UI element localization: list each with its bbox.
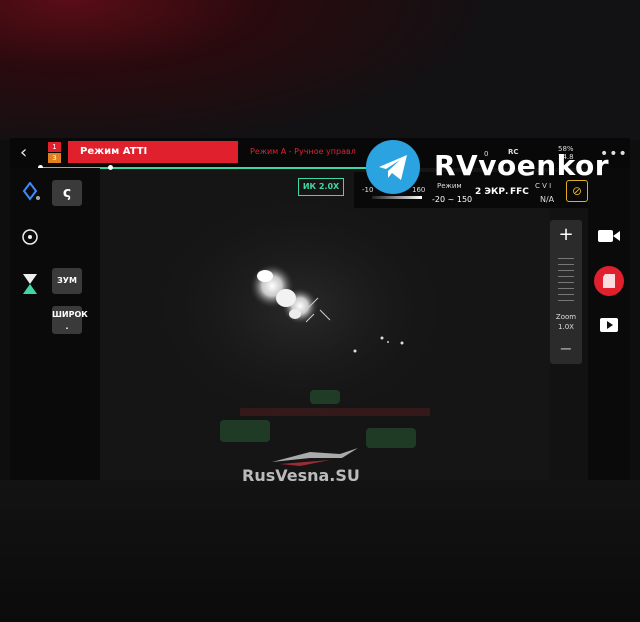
- cvi-label: C V I: [535, 182, 552, 190]
- progress-dot: [108, 165, 113, 170]
- mode-label: Режим: [437, 182, 462, 190]
- temperature-range: -20 ~ 150: [432, 195, 473, 204]
- hourglass-icon[interactable]: [20, 272, 40, 296]
- playback-icon[interactable]: [600, 318, 618, 332]
- zoom-tick: [558, 270, 574, 271]
- temperature-bar: [372, 196, 422, 199]
- zoom-out-button[interactable]: −: [550, 336, 582, 362]
- na-label: N/A: [540, 195, 555, 204]
- stabilize-icon[interactable]: ς: [52, 180, 82, 206]
- wide-mode-button[interactable]: ШИРОК ·: [52, 306, 88, 334]
- background-bottom: [0, 480, 640, 622]
- gimbal-icon[interactable]: [22, 182, 42, 202]
- back-button[interactable]: ‹: [20, 142, 27, 163]
- background-top: [0, 0, 640, 140]
- zoom-tick: [558, 276, 574, 277]
- ir-zoom-badge[interactable]: ИК 2.0X: [298, 178, 344, 196]
- rusvesna-watermark: RusVesna.SU: [242, 466, 360, 485]
- telegram-channel-watermark: RVvoenkor: [434, 149, 610, 182]
- zoom-title: Zoom: [555, 313, 577, 321]
- sd-card-icon: [603, 274, 615, 288]
- zoom-value: 1.0X: [558, 323, 574, 331]
- flight-mode-description: Режим A - Ручное управл: [250, 147, 356, 156]
- rusvesna-logo-icon: [272, 448, 358, 466]
- zoom-tick: [558, 294, 574, 295]
- zoom-tick: [558, 282, 574, 283]
- zoom-tick: [558, 300, 574, 301]
- badge-bottom: 3: [48, 153, 61, 163]
- target-icon[interactable]: [20, 227, 40, 247]
- zoom-mode-button[interactable]: ЗУМ: [52, 268, 82, 294]
- link-icon[interactable]: ⊘: [566, 180, 588, 202]
- zoom-label: Zoom 1.0X: [549, 312, 583, 332]
- badge-top: 1: [48, 142, 61, 152]
- zoom-in-button[interactable]: +: [550, 220, 582, 250]
- zoom-tick: [558, 258, 574, 259]
- screen-mode-button[interactable]: 2 ЭКР.: [475, 187, 508, 197]
- zoom-tick: [558, 288, 574, 289]
- wide-mode-label: ШИРОК: [52, 310, 88, 319]
- ffc-button[interactable]: FFC: [510, 187, 529, 197]
- video-camera-icon[interactable]: [597, 228, 621, 244]
- telegram-logo-icon: [366, 140, 420, 194]
- flight-mode-button[interactable]: Режим ATTI: [68, 141, 238, 163]
- zoom-tick: [558, 264, 574, 265]
